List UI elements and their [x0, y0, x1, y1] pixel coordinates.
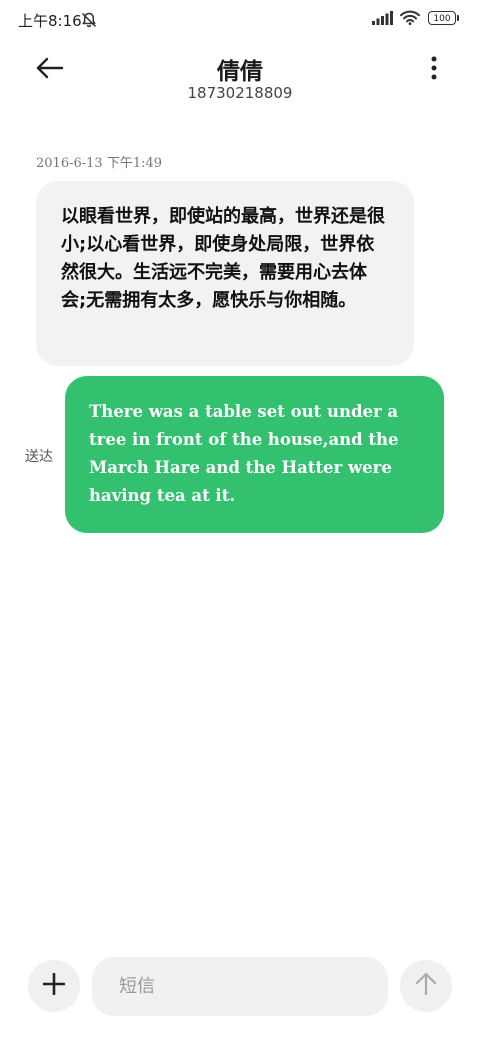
- wifi-icon: [400, 10, 420, 25]
- battery-indicator: 100: [428, 10, 459, 25]
- send-button[interactable]: [400, 960, 452, 1012]
- outgoing-message-bubble[interactable]: There was a table set out under a tree i…: [65, 376, 444, 533]
- delivery-status: 送达: [25, 449, 53, 465]
- contact-name: 倩倩: [217, 59, 263, 85]
- status-time: 上午8:16: [18, 12, 82, 30]
- bell-off-icon: [80, 11, 98, 29]
- message-timestamp: 2016-6-13 下午1:49: [36, 156, 163, 171]
- more-vertical-icon: [430, 56, 438, 84]
- message-input[interactable]: [92, 957, 388, 1016]
- add-attachment-button[interactable]: [28, 960, 80, 1012]
- status-bar: 上午8:16 100: [0, 0, 480, 40]
- contact-number: 18730218809: [187, 84, 293, 102]
- signal-bars-icon: [372, 10, 394, 25]
- incoming-message-bubble[interactable]: 以眼看世界，即使站的最高，世界还是很小;以心看世界，即使身处局限，世界依然很大。…: [36, 181, 414, 366]
- more-options-button[interactable]: [416, 52, 452, 88]
- plus-icon: [42, 972, 66, 999]
- arrow-up-icon: [415, 972, 437, 1000]
